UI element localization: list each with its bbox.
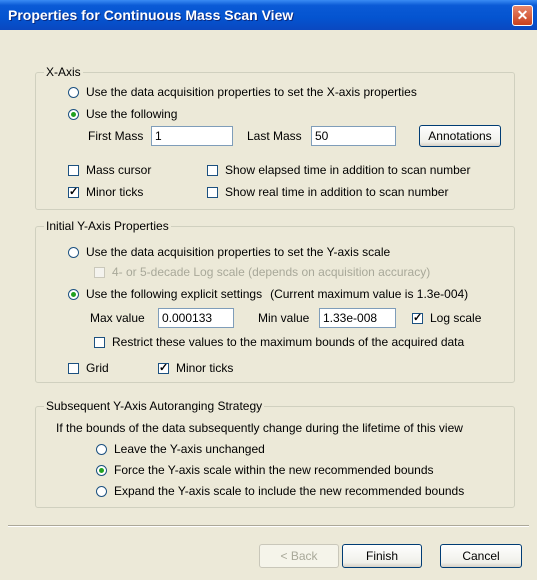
mass-cursor-checkbox[interactable] — [68, 164, 79, 176]
y-minor-ticks-checkbox[interactable]: ✓ — [158, 362, 169, 374]
autorange-expand-radio[interactable] — [96, 485, 107, 497]
x-axis-option-following[interactable]: Use the following — [68, 106, 177, 122]
y-minor-ticks-label: Minor ticks — [176, 361, 234, 375]
min-value-label: Min value — [258, 311, 310, 325]
autorange-option-expand[interactable]: Expand the Y-axis scale to include the n… — [96, 483, 464, 499]
autorange-leave-label: Leave the Y-axis unchanged — [114, 442, 265, 456]
elapsed-time-checkbox[interactable] — [207, 164, 218, 176]
real-time-label: Show real time in addition to scan numbe… — [225, 185, 449, 199]
grid-label: Grid — [86, 361, 109, 375]
grid-option[interactable]: Grid — [68, 360, 109, 376]
min-value-input[interactable]: 1.33e-008 — [319, 308, 396, 328]
y-axis-explicit-radio[interactable] — [68, 288, 79, 300]
elapsed-time-option[interactable]: Show elapsed time in addition to scan nu… — [207, 162, 470, 178]
x-minor-ticks-checkbox[interactable]: ✓ — [68, 186, 79, 198]
x-axis-acquisition-radio[interactable] — [68, 86, 79, 98]
y-axis-acquisition-label: Use the data acquisition properties to s… — [86, 245, 391, 259]
y-axis-legend: Initial Y-Axis Properties — [44, 219, 171, 233]
autorange-intro: If the bounds of the data subsequently c… — [56, 421, 463, 435]
autorange-force-label: Force the Y-axis scale within the new re… — [114, 463, 434, 477]
log-decade-option: 4- or 5-decade Log scale (depends on acq… — [94, 264, 430, 280]
log-decade-label: 4- or 5-decade Log scale (depends on acq… — [112, 265, 431, 279]
x-axis-option-acquisition[interactable]: Use the data acquisition properties to s… — [68, 84, 417, 100]
close-icon: ✕ — [516, 7, 529, 23]
back-button[interactable]: < Back — [259, 544, 339, 568]
annotations-button[interactable]: Annotations — [419, 125, 501, 147]
log-scale-option[interactable]: ✓ Log scale — [412, 310, 481, 326]
max-value-input[interactable]: 0.000133 — [158, 308, 234, 328]
y-axis-option-explicit[interactable]: Use the following explicit settings (Cur… — [68, 286, 468, 302]
y-minor-ticks-option[interactable]: ✓ Minor ticks — [158, 360, 233, 376]
autorange-force-radio[interactable] — [96, 464, 107, 476]
log-scale-checkbox[interactable]: ✓ — [412, 312, 423, 324]
window-title: Properties for Continuous Mass Scan View — [8, 7, 294, 23]
elapsed-time-label: Show elapsed time in addition to scan nu… — [225, 163, 471, 177]
grid-checkbox[interactable] — [68, 362, 79, 374]
real-time-option[interactable]: Show real time in addition to scan numbe… — [207, 184, 448, 200]
autorange-option-force[interactable]: Force the Y-axis scale within the new re… — [96, 462, 434, 478]
last-mass-label: Last Mass — [247, 129, 302, 143]
log-scale-label: Log scale — [430, 311, 482, 325]
last-mass-input[interactable]: 50 — [311, 126, 396, 146]
autorange-legend: Subsequent Y-Axis Autoranging Strategy — [44, 399, 265, 413]
mass-cursor-label: Mass cursor — [86, 163, 152, 177]
close-button[interactable]: ✕ — [512, 5, 533, 26]
title-bar: Properties for Continuous Mass Scan View… — [0, 0, 537, 30]
max-value-label: Max value — [90, 311, 145, 325]
finish-button[interactable]: Finish — [342, 544, 422, 568]
restrict-bounds-label: Restrict these values to the maximum bou… — [112, 335, 465, 349]
footer-divider — [8, 525, 529, 527]
x-axis-legend: X-Axis — [44, 65, 83, 79]
x-minor-ticks-option[interactable]: ✓ Minor ticks — [68, 184, 143, 200]
first-mass-label: First Mass — [88, 129, 144, 143]
autorange-leave-radio[interactable] — [96, 443, 107, 455]
autorange-option-leave[interactable]: Leave the Y-axis unchanged — [96, 441, 265, 457]
autorange-expand-label: Expand the Y-axis scale to include the n… — [114, 484, 465, 498]
y-axis-explicit-label: Use the following explicit settings — [86, 287, 263, 301]
x-axis-following-label: Use the following — [86, 107, 178, 121]
x-axis-following-radio[interactable] — [68, 108, 79, 120]
first-mass-input[interactable]: 1 — [151, 126, 233, 146]
x-minor-ticks-label: Minor ticks — [86, 185, 144, 199]
x-axis-acquisition-label: Use the data acquisition properties to s… — [86, 85, 417, 99]
y-axis-acquisition-radio[interactable] — [68, 246, 79, 258]
restrict-bounds-checkbox[interactable] — [94, 336, 105, 348]
cancel-button[interactable]: Cancel — [440, 544, 522, 568]
real-time-checkbox[interactable] — [207, 186, 218, 198]
log-decade-checkbox — [94, 266, 105, 278]
current-max-note: (Current maximum value is 1.3e-004) — [270, 287, 469, 301]
mass-cursor-option[interactable]: Mass cursor — [68, 162, 151, 178]
restrict-bounds-option[interactable]: Restrict these values to the maximum bou… — [94, 334, 464, 350]
y-axis-option-acquisition[interactable]: Use the data acquisition properties to s… — [68, 244, 390, 260]
